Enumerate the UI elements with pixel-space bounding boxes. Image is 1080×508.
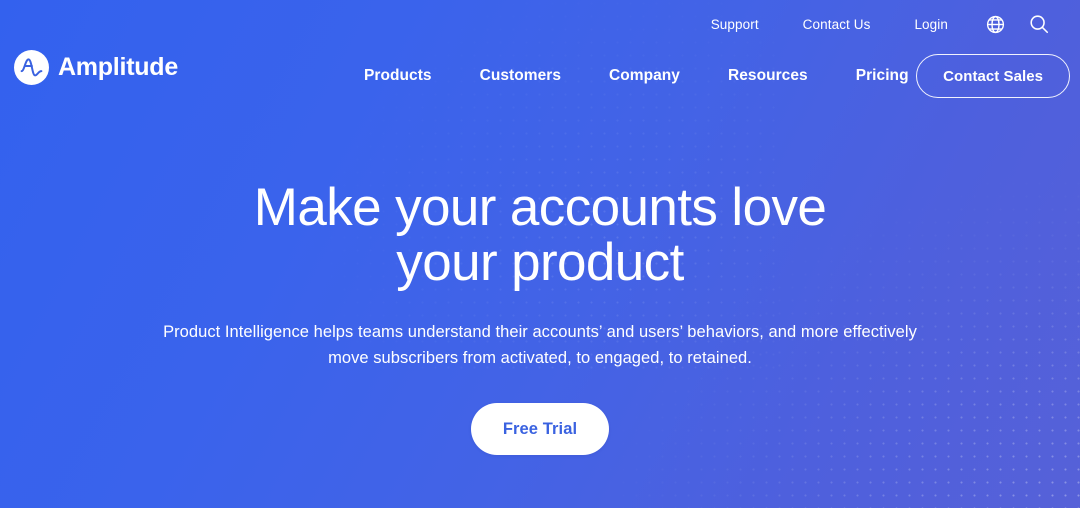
brand-logo[interactable]: Amplitude [14, 50, 178, 85]
nav-link-resources[interactable]: Resources [704, 59, 832, 93]
hero-title: Make your accounts love your product [253, 178, 827, 293]
nav-links: Products Customers Company Resources Pri… [358, 59, 933, 93]
main-nav: Amplitude Products Customers Company Res… [0, 44, 1080, 108]
nav-link-products[interactable]: Products [358, 59, 456, 93]
search-icon[interactable] [1020, 5, 1058, 43]
utility-link-contact-us[interactable]: Contact Us [781, 11, 893, 38]
utility-link-login[interactable]: Login [892, 11, 970, 38]
hero-subtitle-line-1: Product Intelligence helps teams underst… [163, 323, 839, 342]
globe-icon[interactable] [976, 5, 1014, 43]
contact-sales-button[interactable]: Contact Sales [916, 54, 1070, 98]
hero-page: Support Contact Us Login Amplitude Produ… [0, 0, 1080, 508]
brand-name: Amplitude [58, 53, 178, 81]
utility-link-support[interactable]: Support [689, 11, 781, 38]
nav-link-company[interactable]: Company [585, 59, 704, 93]
hero-title-line-1: Make your accounts love [253, 178, 827, 237]
free-trial-button[interactable]: Free Trial [471, 403, 609, 456]
hero-section: Make your accounts love your product Pro… [0, 108, 1080, 508]
hero-title-line-2: your product [396, 233, 684, 293]
nav-link-customers[interactable]: Customers [456, 59, 585, 93]
utility-nav: Support Contact Us Login [689, 0, 1080, 48]
amplitude-logo-icon [14, 50, 49, 85]
hero-subtitle: Product Intelligence helps teams underst… [160, 320, 920, 371]
